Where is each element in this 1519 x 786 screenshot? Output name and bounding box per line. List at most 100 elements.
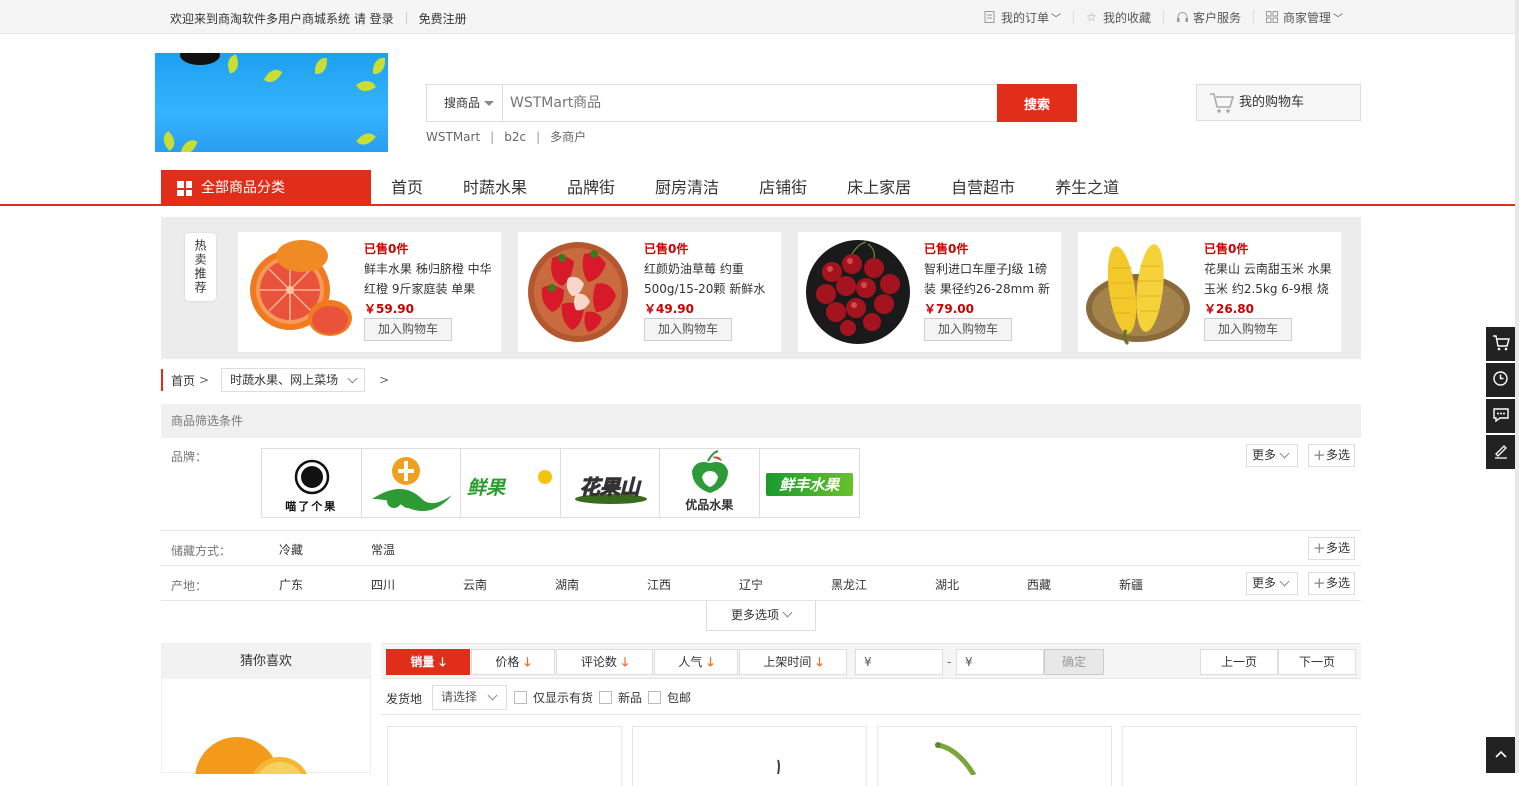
goods-card[interactable] [632, 726, 867, 786]
arrow-down-icon: 🡓 [621, 655, 629, 669]
filter-option[interactable]: 冷藏 [279, 541, 303, 558]
origin-multi-select-button[interactable]: 多选 [1308, 572, 1355, 595]
nav-item-fruits[interactable]: 时蔬水果 [443, 170, 547, 206]
guess-you-like-title: 猜你喜欢 [162, 644, 370, 679]
origin-more-button[interactable]: 更多 [1246, 572, 1298, 595]
checkbox-label: 仅显示有货 [533, 691, 594, 705]
product-price: ￥79.00 [924, 302, 974, 316]
next-page-button[interactable]: 下一页 [1278, 649, 1356, 675]
product-name[interactable]: 花果山 云南甜玉米 水果玉米 约2.5kg 6-9根 烧 [1204, 259, 1336, 299]
breadcrumb-home[interactable]: 首页 [171, 372, 195, 389]
hot-product-card[interactable]: 已售0件 鲜丰水果 秭归脐橙 中华红橙 9斤家庭装 单果 ￥59.90 加入购物… [238, 232, 501, 352]
nav-item-home[interactable]: 首页 [371, 170, 443, 206]
product-image-strawberry[interactable] [522, 238, 634, 346]
guess-product-image[interactable] [162, 679, 370, 774]
price-confirm-button[interactable]: 确定 [1044, 649, 1104, 675]
toolbar-history-button[interactable] [1486, 363, 1515, 397]
price-max-input[interactable]: ¥ [956, 649, 1044, 675]
add-to-cart-button[interactable]: 加入购物车 [364, 318, 452, 341]
filter-option[interactable]: 湖南 [555, 576, 579, 593]
nav-item-kitchen[interactable]: 厨房清洁 [635, 170, 739, 206]
sort-by-reviews[interactable]: 评论数 🡓 [556, 649, 653, 675]
add-to-cart-button[interactable]: 加入购物车 [1204, 318, 1292, 341]
caret-down-icon [484, 101, 494, 106]
nav-item-shops[interactable]: 店铺街 [739, 170, 827, 206]
back-to-top-button[interactable] [1486, 737, 1515, 773]
toolbar-cart-button[interactable] [1486, 327, 1515, 361]
nav-item-health[interactable]: 养生之道 [1035, 170, 1139, 206]
brand-logo-green[interactable] [362, 449, 461, 517]
product-image-cherry[interactable] [802, 238, 914, 346]
brand-logo-huaguoshan[interactable]: 花果山 [561, 449, 660, 517]
merchant-admin-link[interactable]: 商家管理 ﹀ [1252, 10, 1355, 25]
sort-by-popularity[interactable]: 人气 🡓 [654, 649, 738, 675]
goods-card[interactable] [877, 726, 1112, 786]
filter-option[interactable]: 江西 [647, 576, 671, 593]
all-categories-button[interactable]: 全部商品分类 [161, 170, 371, 206]
hot-keywords: WSTMart | b2c | 多商户 [426, 130, 587, 144]
welcome-text[interactable]: 欢迎来到商淘软件多用户商城系统 请 登录 [170, 12, 394, 26]
product-image-orange[interactable] [242, 238, 354, 346]
filter-option[interactable]: 云南 [463, 576, 487, 593]
product-name[interactable]: 红颜奶油草莓 约重500g/15-20颗 新鲜水 [644, 259, 776, 299]
search-input[interactable] [504, 85, 996, 121]
storage-multi-select-button[interactable]: 多选 [1308, 537, 1355, 560]
nav-item-bedding[interactable]: 床上家居 [827, 170, 931, 206]
my-orders-label: 我的订单 [1000, 10, 1049, 25]
arrow-down-icon: 🡓 [816, 655, 823, 669]
register-link[interactable]: 免费注册 [419, 12, 467, 26]
search-button[interactable]: 搜索 [997, 84, 1077, 122]
add-to-cart-button[interactable]: 加入购物车 [644, 318, 732, 341]
hot-product-card[interactable]: 已售0件 智利进口车厘子J级 1磅装 果径约26-28mm 新 ￥79.00 加… [798, 232, 1061, 352]
brand-multi-select-button[interactable]: 多选 [1308, 444, 1355, 467]
brand-more-button[interactable]: 更多 [1246, 444, 1298, 467]
filter-option[interactable]: 四川 [371, 576, 395, 593]
sort-by-price[interactable]: 价格 🡓 [471, 649, 555, 675]
brand-logo-xianfeng[interactable]: 鲜丰水果 [760, 449, 860, 517]
in-stock-checkbox[interactable]: 仅显示有货 [514, 689, 593, 706]
customer-service-link[interactable]: 客户服务 [1162, 10, 1253, 25]
site-logo[interactable] [155, 53, 388, 152]
goods-card[interactable] [1122, 726, 1357, 786]
prev-page-button[interactable]: 上一页 [1200, 649, 1278, 675]
product-name[interactable]: 鲜丰水果 秭归脐橙 中华红橙 9斤家庭装 单果 [364, 259, 496, 299]
my-cart-button[interactable]: 我的购物车 [1196, 84, 1361, 121]
hot-keyword[interactable]: b2c [504, 130, 526, 144]
filter-option[interactable]: 辽宁 [739, 576, 763, 593]
filter-option[interactable]: 新疆 [1119, 576, 1143, 593]
toolbar-chat-button[interactable] [1486, 399, 1515, 433]
goods-card[interactable] [387, 726, 622, 786]
nav-item-brands[interactable]: 品牌街 [547, 170, 635, 206]
more-options-button[interactable]: 更多选项 [706, 601, 816, 631]
price-min-input[interactable]: ¥ [855, 649, 943, 675]
hot-product-card[interactable]: 已售0件 红颜奶油草莓 约重500g/15-20颗 新鲜水 ￥49.90 加入购… [518, 232, 781, 352]
my-orders-link[interactable]: 我的订单 ﹀ [972, 10, 1073, 25]
hot-keyword[interactable]: 多商户 [550, 130, 586, 144]
new-product-checkbox[interactable]: 新品 [599, 689, 642, 706]
search-type-select[interactable]: 搜商品 [427, 85, 503, 121]
filter-option[interactable]: 广东 [279, 576, 303, 593]
brand-logo-miaoleguo[interactable]: 喵了个果 [262, 449, 362, 517]
page-scrollbar[interactable] [1515, 0, 1519, 773]
filter-option[interactable]: 黑龙江 [831, 576, 867, 593]
sort-by-listing-time[interactable]: 上架时间 🡓 [739, 649, 847, 675]
add-to-cart-button[interactable]: 加入购物车 [924, 318, 1012, 341]
filter-option[interactable]: 湖北 [935, 576, 959, 593]
product-image-corn[interactable] [1082, 238, 1194, 346]
product-name[interactable]: 智利进口车厘子J级 1磅装 果径约26-28mm 新 [924, 259, 1056, 299]
hot-product-card[interactable]: 已售0件 花果山 云南甜玉米 水果玉米 约2.5kg 6-9根 烧 ￥26.80… [1078, 232, 1341, 352]
brand-logo-xianguo[interactable]: 鲜果 [461, 449, 561, 517]
filter-option[interactable]: 西藏 [1027, 576, 1051, 593]
checkbox-box [514, 691, 527, 704]
sort-bar: 销量 🡓 价格 🡓 评论数 🡓 人气 🡓 上架时间 🡓 ¥ - ¥ 确定 上一页 下一页 [381, 643, 1361, 679]
breadcrumb-category-dropdown[interactable]: 时蔬水果、网上菜场 [221, 368, 366, 392]
filter-option[interactable]: 常温 [371, 541, 395, 558]
nav-item-self-market[interactable]: 自营超市 [931, 170, 1035, 206]
toolbar-edit-button[interactable] [1486, 435, 1515, 469]
hot-keyword[interactable]: WSTMart [426, 130, 480, 144]
free-shipping-checkbox[interactable]: 包邮 [648, 689, 691, 706]
ship-from-select[interactable]: 请选择 [432, 685, 507, 710]
sort-by-sales[interactable]: 销量 🡓 [386, 649, 470, 675]
my-favorites-link[interactable]: ☆ 我的收藏 [1072, 10, 1163, 25]
brand-logo-youpin[interactable]: 优品水果 [660, 449, 760, 517]
